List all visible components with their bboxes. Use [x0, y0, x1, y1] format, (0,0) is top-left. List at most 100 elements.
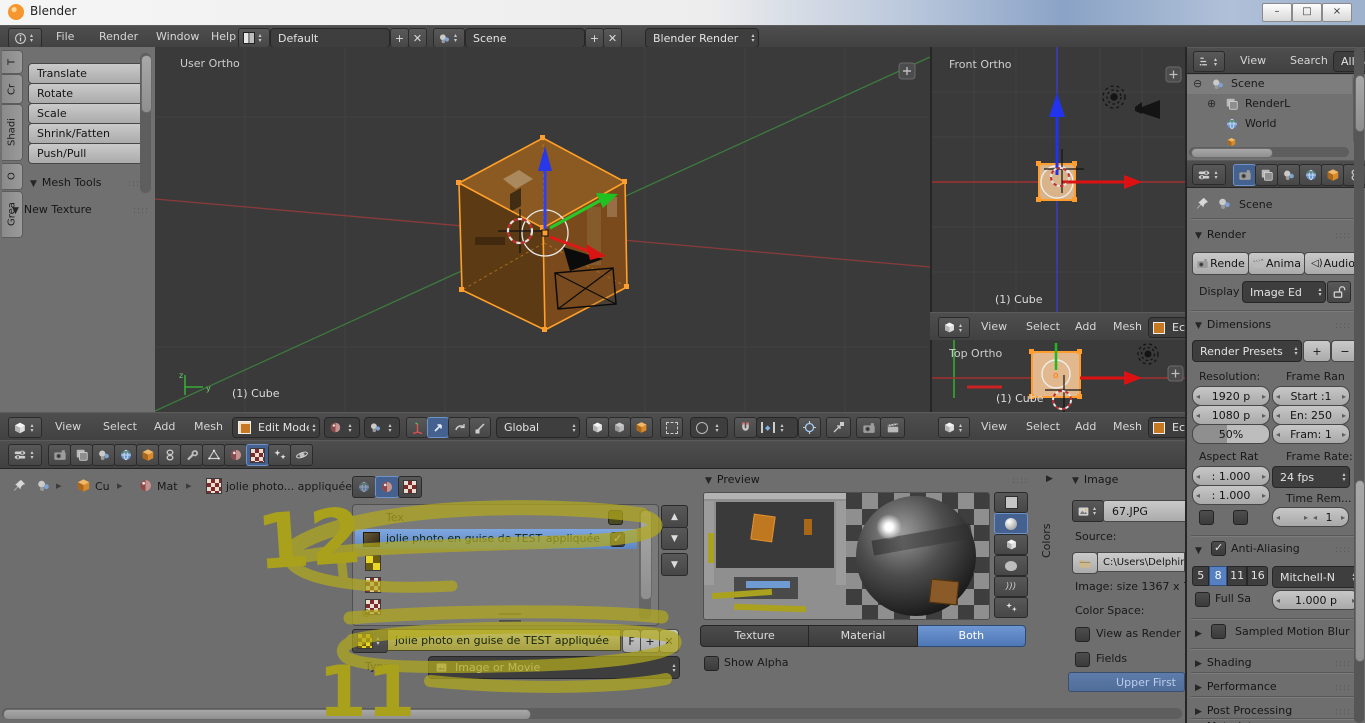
- outliner-item-label[interactable]: World: [1245, 117, 1277, 130]
- image-path-field[interactable]: C:\Users\Delphine\: [1097, 552, 1185, 572]
- texture-type-select[interactable]: Image or Movie: [428, 656, 680, 679]
- menu-file[interactable]: File: [45, 26, 85, 47]
- menu-add[interactable]: Add: [1064, 316, 1107, 337]
- menu-view[interactable]: View: [970, 316, 1018, 337]
- mesh-tools-panel-header[interactable]: ▼Mesh Tools: [30, 176, 101, 189]
- tab-material[interactable]: [224, 444, 247, 466]
- limit-selection-button[interactable]: [660, 417, 683, 438]
- frame-start-field[interactable]: ◂Start :1▸: [1272, 386, 1350, 406]
- sphere-preview-button[interactable]: [994, 513, 1028, 534]
- filter-size-field[interactable]: ◂1.000 p▸: [1272, 590, 1360, 610]
- texture-slot-selected[interactable]: jolie photo en guise de TEST appliquée: [355, 529, 637, 549]
- frame-rate-select[interactable]: 24 fps: [1272, 466, 1350, 488]
- panel-drag-handle[interactable]: [1335, 542, 1351, 555]
- render-engine-select[interactable]: Blender Render: [645, 28, 759, 48]
- unlink-texture-button[interactable]: ✕: [659, 629, 679, 653]
- add-preset-button[interactable]: +: [1303, 340, 1331, 362]
- hair-preview-button[interactable]: ))): [994, 576, 1028, 597]
- shelf-scrollbar-thumb[interactable]: [141, 55, 152, 113]
- crumb-texture-label[interactable]: jolie photo... appliquée: [226, 480, 352, 493]
- pin-icon[interactable]: [1195, 196, 1210, 211]
- motion-blur-checkbox[interactable]: [1211, 624, 1226, 639]
- image-datablock-icon-button[interactable]: [1072, 500, 1104, 522]
- preview-panel-header[interactable]: ▼Preview: [705, 473, 760, 486]
- editor-type-3dview-button[interactable]: [8, 417, 42, 438]
- time-remap-old-field[interactable]: ◂▸: [1272, 507, 1312, 527]
- tab-render-layers[interactable]: [1255, 164, 1278, 186]
- shelf-tab-options[interactable]: O: [2, 163, 23, 190]
- proportional-edit-select[interactable]: [690, 417, 728, 438]
- vertex-select-button[interactable]: [586, 417, 609, 438]
- upper-first-button[interactable]: Upper First: [1068, 672, 1185, 692]
- tab-render[interactable]: [48, 444, 71, 466]
- manipulator-rotate-button[interactable]: [448, 417, 470, 438]
- panel-drag-handle[interactable]: [133, 203, 149, 216]
- shelf-tab-shading[interactable]: Shadi: [2, 104, 23, 161]
- screen-layout-icon-button[interactable]: [238, 28, 270, 48]
- panel-drag-handle[interactable]: [1335, 680, 1351, 693]
- outliner-scroll-thumb[interactable]: [1355, 75, 1365, 132]
- editor-type-3dview-button[interactable]: [938, 417, 970, 438]
- outliner-hscroll-thumb[interactable]: [1191, 148, 1273, 158]
- aspect-y-field[interactable]: ◂: 1.000▸: [1192, 485, 1270, 505]
- tab-world[interactable]: [1299, 164, 1322, 186]
- viewport-expand-button[interactable]: [1168, 366, 1183, 381]
- editor-type-properties-button[interactable]: [1192, 164, 1226, 185]
- menu-view[interactable]: View: [970, 416, 1018, 437]
- manipulator-axis-button[interactable]: [406, 417, 428, 438]
- bottom-hscroll-thumb[interactable]: [3, 709, 531, 720]
- tab-render[interactable]: [1233, 164, 1256, 186]
- monkey-preview-button[interactable]: [994, 555, 1028, 576]
- preview-mode-both[interactable]: Both: [918, 625, 1026, 647]
- tab-modifiers[interactable]: [180, 444, 203, 466]
- manipulate-origins-button[interactable]: [826, 417, 851, 438]
- render-opengl-anim-button[interactable]: [880, 417, 905, 438]
- shelf-tab-create[interactable]: Cr: [2, 74, 23, 104]
- menu-add[interactable]: Add: [143, 416, 186, 437]
- anti-aliasing-checkbox[interactable]: [1211, 541, 1226, 556]
- frame-end-field[interactable]: ◂En: 250▸: [1272, 405, 1350, 425]
- time-remap-new-field[interactable]: ◂1▸: [1310, 507, 1349, 527]
- menu-mesh[interactable]: Mesh: [1102, 416, 1153, 437]
- border-checkbox[interactable]: [1199, 510, 1214, 525]
- face-select-button[interactable]: [630, 417, 653, 438]
- cube-preview-button[interactable]: [994, 534, 1028, 555]
- slot-selected-checkbox[interactable]: [610, 532, 625, 547]
- post-processing-panel-header[interactable]: ▶Post Processing: [1195, 704, 1292, 717]
- add-layout-button[interactable]: +: [390, 28, 409, 48]
- viewport-front[interactable]: Front Ortho (1) Cube: [930, 47, 1187, 312]
- panel-drag-handle[interactable]: [1335, 318, 1351, 331]
- viewport-expand-button[interactable]: [899, 63, 915, 79]
- viewport-shading-select[interactable]: [324, 417, 360, 438]
- tab-constraints[interactable]: [158, 444, 181, 466]
- empty-slot-icon[interactable]: [365, 577, 381, 593]
- other-texture-context-button[interactable]: [398, 476, 422, 498]
- particles-preview-button[interactable]: [994, 597, 1028, 618]
- outliner-item-label[interactable]: Scene: [1231, 77, 1265, 90]
- add-scene-button[interactable]: +: [585, 28, 604, 48]
- properties-scroll-thumb[interactable]: [1355, 480, 1365, 662]
- anti-aliasing-panel-header[interactable]: ▼: [1195, 543, 1207, 556]
- list-resize-handle[interactable]: [499, 613, 521, 622]
- preview-mode-texture[interactable]: Texture: [700, 625, 809, 647]
- render-opengl-button[interactable]: [856, 417, 881, 438]
- outliner-row-renderlayers[interactable]: ⊕ RenderL: [1187, 95, 1352, 114]
- dimensions-panel-header[interactable]: ▼Dimensions: [1195, 318, 1271, 331]
- full-sample-checkbox[interactable]: [1195, 592, 1210, 607]
- lamp-object[interactable]: [1138, 344, 1158, 364]
- menu-view[interactable]: View: [1229, 50, 1277, 71]
- image-panel-header[interactable]: ▼Image: [1072, 473, 1118, 486]
- crumb-material-label[interactable]: Mat: [157, 480, 178, 493]
- manipulator-translate-button[interactable]: [427, 417, 449, 438]
- show-alpha-checkbox[interactable]: [704, 656, 719, 671]
- mode-select[interactable]: Ec: [1148, 417, 1190, 438]
- tab-world[interactable]: [114, 444, 137, 466]
- motion-blur-panel-header[interactable]: ▶: [1195, 626, 1207, 639]
- camera-glyph[interactable]: [1135, 100, 1160, 119]
- texture-type-icon-button[interactable]: [352, 629, 388, 653]
- aa-samples-11[interactable]: 11: [1227, 566, 1248, 586]
- mode-select[interactable]: Ec: [1148, 317, 1190, 338]
- slots-scroll-thumb[interactable]: [640, 510, 652, 600]
- new-texture-panel-header[interactable]: ▼New Texture: [12, 203, 92, 216]
- display-lock-button[interactable]: [1327, 281, 1351, 303]
